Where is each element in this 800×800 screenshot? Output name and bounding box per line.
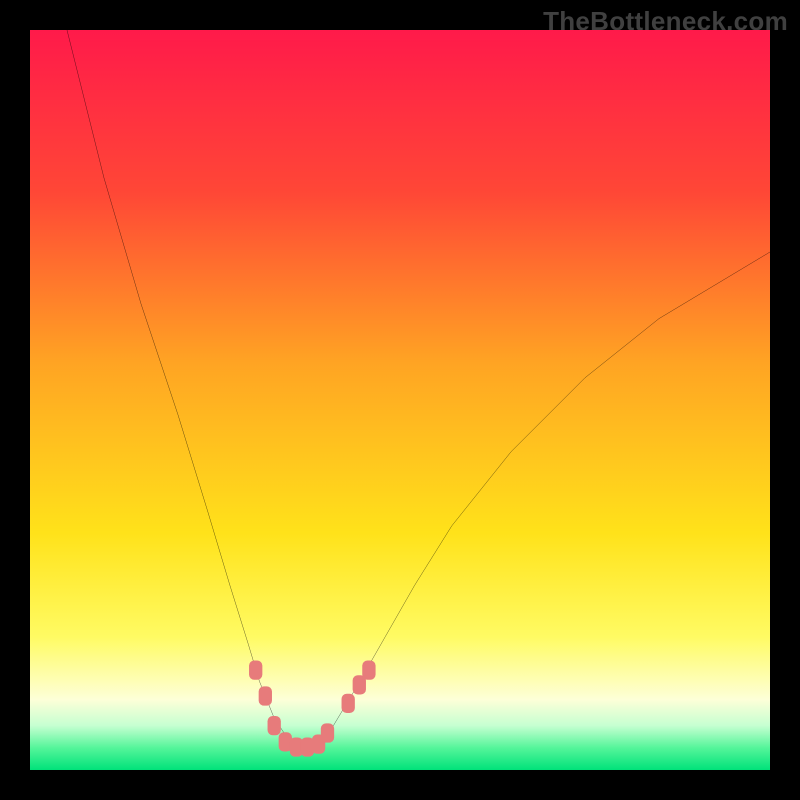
sample-point	[321, 723, 334, 742]
sample-point	[362, 660, 375, 679]
bottleneck-chart	[30, 30, 770, 770]
sample-point	[259, 686, 272, 705]
sample-point	[342, 694, 355, 713]
sample-point	[249, 660, 262, 679]
sample-point	[268, 716, 281, 735]
chart-background	[30, 30, 770, 770]
